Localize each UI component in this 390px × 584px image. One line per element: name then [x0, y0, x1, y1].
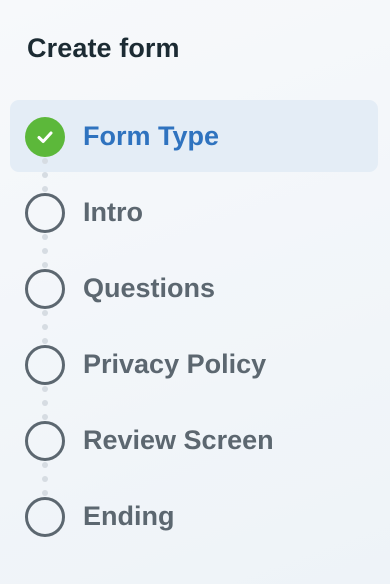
create-form-sidebar: Create form Form Type Intro Questions Pr…: [0, 0, 390, 584]
step-form-type[interactable]: Form Type: [10, 100, 378, 192]
empty-circle-icon: [25, 421, 65, 461]
step-label: Questions: [83, 273, 216, 303]
step-connector: [42, 158, 48, 192]
empty-circle-icon: [25, 269, 65, 309]
step-connector: [42, 462, 48, 496]
empty-circle-icon: [25, 193, 65, 233]
step-list: Form Type Intro Questions Privacy Policy…: [10, 100, 378, 556]
check-circle-icon: [25, 117, 65, 157]
empty-circle-icon: [25, 345, 65, 385]
step-review-screen[interactable]: Review Screen: [10, 404, 378, 496]
step-questions[interactable]: Questions: [10, 252, 378, 344]
step-label: Form Type: [83, 121, 220, 151]
step-label: Ending: [83, 501, 175, 531]
panel-title: Create form: [27, 33, 180, 63]
step-label: Review Screen: [83, 425, 274, 455]
step-label: Privacy Policy: [83, 349, 267, 379]
step-privacy-policy[interactable]: Privacy Policy: [10, 328, 378, 420]
step-connector: [42, 310, 48, 344]
step-label: Intro: [83, 197, 143, 227]
step-connector: [42, 234, 48, 268]
empty-circle-icon: [25, 497, 65, 537]
step-intro[interactable]: Intro: [10, 176, 378, 268]
step-connector: [42, 386, 48, 420]
step-ending[interactable]: Ending: [10, 480, 378, 552]
